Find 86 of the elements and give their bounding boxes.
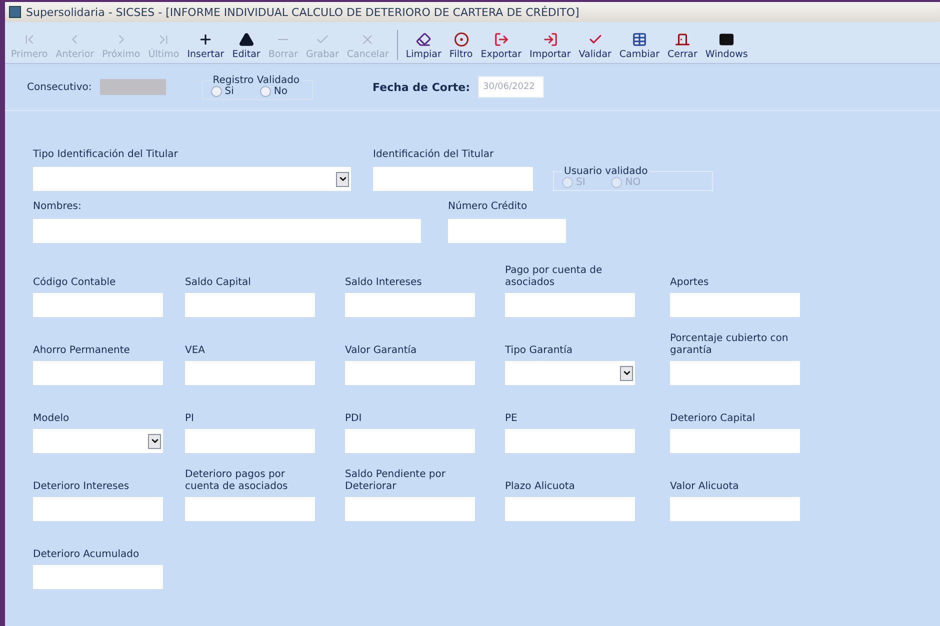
input-field[interactable]	[345, 497, 475, 521]
input-field[interactable]	[505, 497, 635, 521]
import-icon	[542, 32, 558, 47]
field-label: Valor Garantía	[345, 345, 417, 357]
export-icon	[494, 32, 509, 47]
field-label: Saldo Intereses	[345, 277, 422, 289]
field-label: Deterioro Intereses	[33, 481, 130, 493]
dropdown-field[interactable]	[33, 429, 163, 453]
field-label: Saldo Capital	[185, 277, 251, 289]
field-label: Plazo Alicuota	[505, 481, 575, 493]
radio-button[interactable]	[260, 86, 271, 96]
caret-icon	[150, 436, 160, 446]
input-field[interactable]	[33, 565, 163, 589]
group-title: Registro Validado	[212, 74, 301, 86]
field-label: Deterioro pagos por cuenta de asociados	[185, 469, 289, 493]
toolbar-button[interactable]: Exportar	[476, 32, 526, 60]
input-field[interactable]	[670, 361, 800, 385]
eraser-icon	[416, 32, 432, 47]
input-field[interactable]	[670, 429, 800, 453]
input-field[interactable]	[505, 429, 635, 453]
toolbar-button[interactable]: Validar	[574, 32, 616, 60]
toolbar-button[interactable]: Importar	[526, 32, 575, 60]
input-field[interactable]	[345, 293, 475, 317]
field-label: Saldo Pendiente por Deteriorar	[345, 469, 447, 493]
input-field[interactable]	[185, 293, 315, 317]
field-label: PI	[185, 413, 194, 425]
radio-option[interactable]: No	[260, 86, 288, 96]
field-label: PDI	[345, 413, 362, 425]
field-label: Modelo	[33, 413, 70, 425]
field-label: Deterioro Acumulado	[33, 549, 140, 561]
field-label: VEA	[185, 345, 205, 357]
caret-icon	[338, 174, 348, 184]
field-label: Nombres:	[33, 201, 82, 213]
field-label: Código Contable	[33, 277, 116, 289]
plus-icon	[198, 32, 214, 47]
minus-icon	[278, 39, 288, 40]
toolbar-button[interactable]: Insertar	[183, 32, 228, 60]
field-label: Ahorro Permanente	[33, 345, 130, 357]
field-label: Valor Alicuota	[670, 481, 739, 493]
field-label: Deterioro Capital	[670, 413, 756, 425]
input-field[interactable]	[345, 429, 475, 453]
dropdown-button[interactable]	[148, 434, 161, 448]
input-field[interactable]	[373, 167, 533, 191]
caret-icon	[622, 368, 632, 378]
radio-button[interactable]	[210, 86, 222, 96]
field-label: Identificación del Titular	[373, 149, 495, 161]
field-label: Pago por cuenta de asociados	[505, 265, 604, 289]
field-label: Tipo Identificación del Titular	[33, 149, 179, 161]
dropdown-button[interactable]	[620, 366, 633, 380]
input-field[interactable]	[505, 293, 635, 317]
input-field[interactable]	[670, 497, 800, 521]
field-label: Consecutivo:	[27, 82, 92, 92]
toolbar-button[interactable]: Editar	[228, 32, 264, 60]
input-field[interactable]	[448, 219, 566, 243]
target-icon	[454, 32, 469, 47]
app-icon	[9, 6, 21, 18]
toolbar-button[interactable]: Windows	[701, 32, 752, 60]
input-field[interactable]	[670, 293, 800, 317]
field-label: Número Crédito	[448, 201, 528, 213]
field-label: Fecha de Corte:	[372, 80, 470, 94]
input-field[interactable]	[185, 497, 315, 521]
up-icon	[238, 32, 254, 47]
window-title: Supersolidaria - SICSES - [INFORME INDIVIDUAL CALCULO DE DETERIORO DE CARTERA DE CRÉDITO]	[26, 6, 580, 18]
dropdown-field[interactable]	[505, 361, 635, 385]
input-field[interactable]	[33, 497, 163, 521]
input-field[interactable]	[185, 429, 315, 453]
window-icon	[719, 32, 734, 47]
toolbar-button[interactable]: Cambiar	[615, 32, 664, 60]
input-field[interactable]	[345, 361, 475, 385]
field-label: Tipo Garantía	[505, 345, 573, 357]
field-label: Porcentaje cubierto con garantía	[670, 333, 790, 357]
toolbar-button[interactable]: Filtro	[445, 32, 477, 60]
input-field[interactable]	[185, 361, 315, 385]
dropdown-field[interactable]	[33, 167, 351, 191]
input-field[interactable]	[33, 361, 163, 385]
radio-option[interactable]: Si	[210, 86, 234, 96]
group-title: Usuario validado	[563, 166, 649, 177]
toolbar-button[interactable]: Limpiar	[402, 32, 446, 60]
dropdown-button[interactable]	[336, 172, 349, 186]
input-field[interactable]	[33, 293, 163, 317]
grid-icon	[632, 32, 647, 47]
field-label: PE	[505, 413, 518, 425]
door-icon	[674, 32, 690, 47]
toolbar-button[interactable]: Cerrar	[664, 32, 702, 60]
input-field[interactable]	[33, 219, 421, 243]
field-label: Aportes	[670, 277, 709, 289]
